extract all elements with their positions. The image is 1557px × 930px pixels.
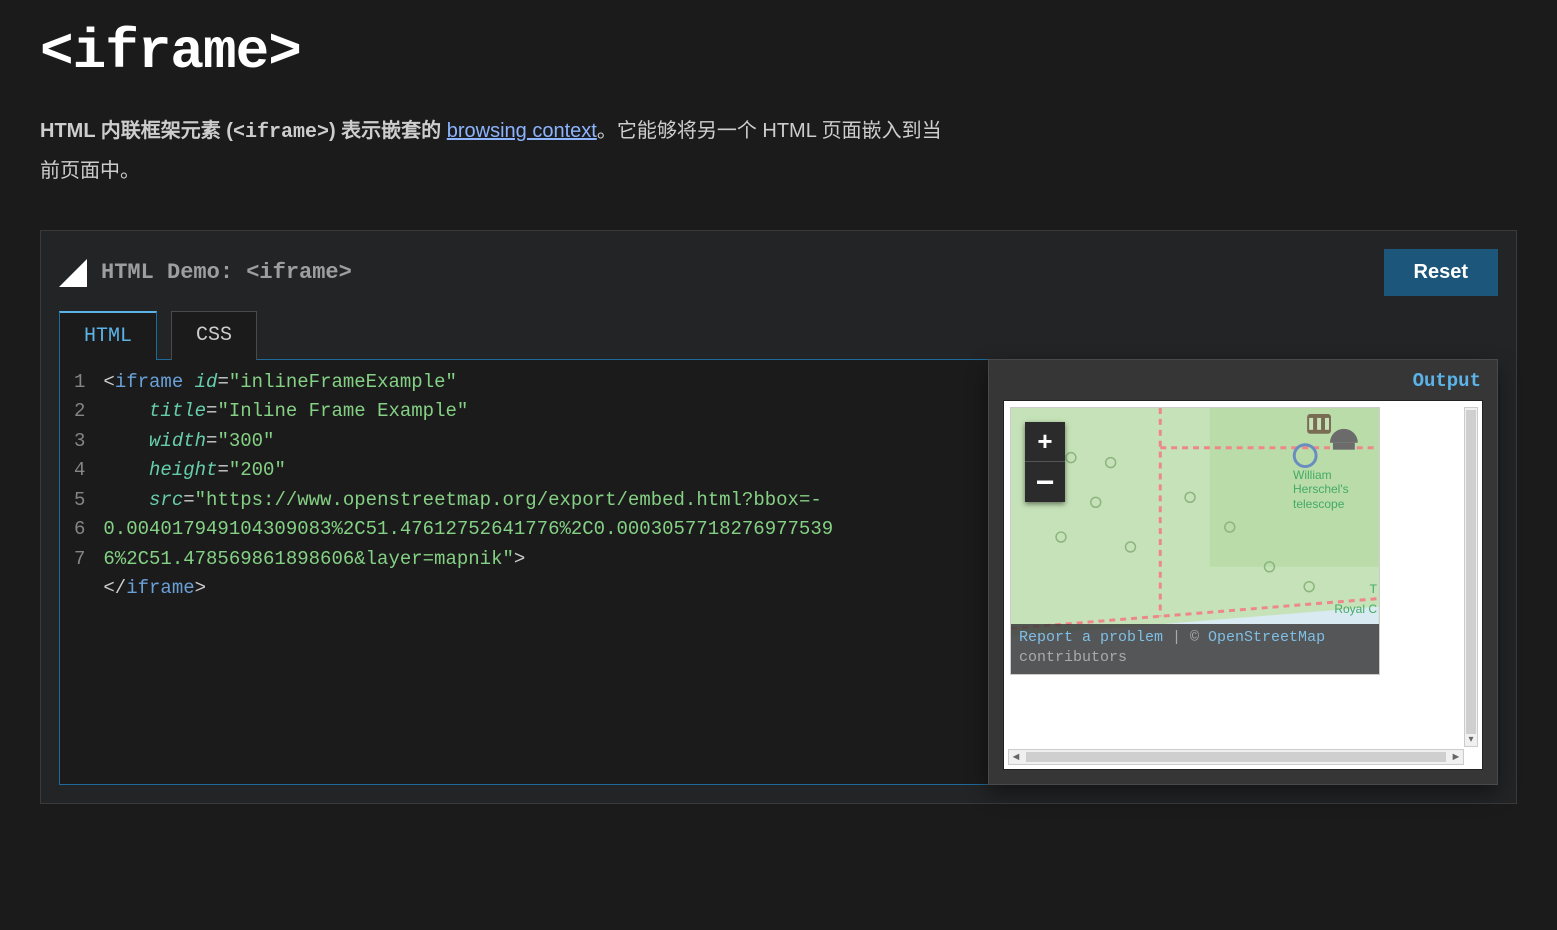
output-horizontal-scrollbar[interactable]: ◄ ► (1008, 749, 1464, 765)
scrollbar-thumb[interactable] (1466, 410, 1476, 734)
browsing-context-link[interactable]: browsing context (447, 120, 597, 142)
output-pane: Output (988, 359, 1498, 785)
intro-code: <iframe> (233, 121, 329, 144)
attribution-sep: | © (1163, 629, 1208, 646)
scroll-left-icon[interactable]: ◄ (1009, 751, 1023, 763)
map-attribution: Report a problem | © OpenStreetMap contr… (1011, 624, 1379, 675)
scroll-right-icon[interactable]: ► (1449, 751, 1463, 763)
output-label: Output (1413, 370, 1481, 392)
zoom-control: + − (1025, 422, 1065, 502)
intro-prefix: HTML 内联框架元素 ( (40, 120, 233, 142)
tabs: HTML CSS (59, 310, 1498, 359)
zoom-in-button[interactable]: + (1025, 422, 1065, 462)
scroll-down-icon[interactable]: ▾ (1465, 734, 1477, 745)
scrollbar-thumb[interactable] (1026, 752, 1446, 762)
osm-link[interactable]: OpenStreetMap (1208, 629, 1325, 646)
reset-button[interactable]: Reset (1384, 249, 1498, 296)
output-vertical-scrollbar[interactable]: ▾ (1464, 407, 1478, 747)
poi-label-royal: Royal C (1334, 602, 1377, 616)
triangle-icon (59, 259, 87, 287)
zoom-out-button[interactable]: − (1025, 462, 1065, 502)
code-editor[interactable]: 1 2 3 4 5 6 7 <iframe id="inlineFrameExa… (59, 359, 989, 785)
report-problem-link[interactable]: Report a problem (1019, 629, 1163, 646)
demo-header: HTML Demo: <iframe> Reset (59, 249, 1498, 296)
output-frame[interactable]: + − William Herschel's telescope T Royal… (1003, 400, 1483, 770)
poi-label-herschel: William Herschel's telescope (1293, 468, 1373, 511)
demo-title: HTML Demo: <iframe> (101, 260, 352, 285)
demo-container: HTML Demo: <iframe> Reset HTML CSS 1 2 3… (40, 230, 1517, 804)
intro-mid-paren: ) 表示嵌套的 (329, 120, 447, 142)
contributors-text: contributors (1019, 649, 1127, 666)
tab-css[interactable]: CSS (171, 311, 257, 360)
page-title: <iframe> (40, 20, 1517, 84)
line-gutter: 1 2 3 4 5 6 7 (60, 360, 93, 784)
code-body[interactable]: <iframe id="inlineFrameExample" title="I… (93, 360, 853, 784)
tab-html[interactable]: HTML (59, 311, 157, 360)
map-area[interactable]: + − William Herschel's telescope T Royal… (1010, 407, 1380, 675)
intro-paragraph: HTML 内联框架元素 (<iframe>) 表示嵌套的 browsing co… (40, 112, 960, 190)
poi-label-t: T (1370, 582, 1377, 596)
